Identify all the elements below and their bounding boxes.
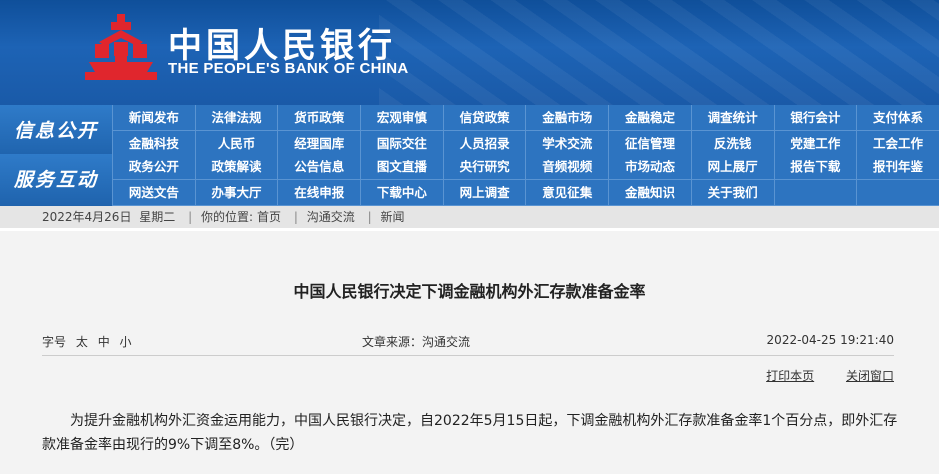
nav-item[interactable]: 银行会计 (773, 105, 857, 131)
nav-item[interactable]: 新闻发布 (112, 105, 195, 131)
font-size-small[interactable]: 小 (120, 335, 132, 349)
article-datetime: 2022-04-25 19:21:40 (766, 333, 894, 347)
breadcrumb-link-home[interactable]: 首页 (257, 210, 281, 224)
meta-divider (42, 355, 894, 356)
nav-item[interactable]: 图文直播 (360, 154, 443, 180)
nav-item[interactable]: 报刊年鉴 (856, 154, 939, 180)
nav-row-service: 服务互动 政务公开 政策解读 公告信息 图文直播 央行研究 音频视频 市场动态 … (0, 154, 939, 206)
nav-item[interactable]: 办事大厅 (194, 180, 278, 206)
nav-item[interactable]: 金融知识 (608, 180, 691, 206)
nav-row-info: 信息公开 新闻发布 法律法规 货币政策 宏观审慎 信贷政策 金融市场 金融稳定 … (0, 105, 939, 157)
nav-item[interactable]: 宏观审慎 (360, 105, 443, 131)
nav-item[interactable]: 网上展厅 (690, 154, 774, 180)
nav-item[interactable]: 音频视频 (525, 154, 609, 180)
font-size-medium[interactable]: 中 (98, 335, 110, 349)
nav-item[interactable]: 政务公开 (112, 154, 195, 180)
location-label: 你的位置: (201, 210, 254, 224)
breadcrumb-separator: | (293, 210, 298, 224)
current-date: 2022年4月26日 (42, 210, 132, 224)
nav-section-label: 服务互动 (0, 154, 112, 206)
breadcrumb: 2022年4月26日 星期二 | 你的位置: 首页 | 沟通交流 | 新闻 (0, 206, 939, 231)
nav-item-empty (773, 180, 857, 206)
breadcrumb-separator: | (367, 210, 372, 224)
nav-item[interactable]: 调查统计 (690, 105, 774, 131)
breadcrumb-link-communication[interactable]: 沟通交流 (307, 210, 355, 224)
nav-item-empty (856, 180, 939, 206)
pboc-logo-icon[interactable] (85, 12, 157, 82)
breadcrumb-separator: | (188, 210, 193, 224)
article-container: 中国人民银行决定下调金融机构外汇存款准备金率 字号 太 中 小 文章来源：沟通交… (0, 231, 939, 474)
nav-item[interactable]: 网送文告 (112, 180, 195, 206)
nav-item[interactable]: 金融稳定 (608, 105, 691, 131)
nav-grid-info: 新闻发布 法律法规 货币政策 宏观审慎 信贷政策 金融市场 金融稳定 调查统计 … (112, 105, 939, 157)
font-size-selector: 字号 太 中 小 (42, 333, 138, 350)
nav-item[interactable]: 下载中心 (360, 180, 443, 206)
article-title: 中国人民银行决定下调金融机构外汇存款准备金率 (293, 282, 646, 301)
nav-item[interactable]: 政策解读 (194, 154, 278, 180)
nav-item[interactable]: 货币政策 (277, 105, 361, 131)
article-body: 为提升金融机构外汇资金运用能力，中国人民银行决定，自2022年5月15日起，下调… (42, 413, 898, 453)
print-page-link[interactable]: 打印本页 (766, 369, 814, 383)
nav-grid-service: 政务公开 政策解读 公告信息 图文直播 央行研究 音频视频 市场动态 网上展厅 … (112, 154, 939, 206)
nav-item[interactable]: 金融市场 (525, 105, 609, 131)
nav-item[interactable]: 市场动态 (608, 154, 691, 180)
nav-item[interactable]: 在线申报 (277, 180, 361, 206)
font-size-label: 字号 (42, 335, 67, 349)
nav-item[interactable]: 报告下载 (773, 154, 857, 180)
header-background-pattern (379, 0, 939, 105)
article-source: 文章来源：沟通交流 (362, 335, 471, 349)
bank-name-en: THE PEOPLE'S BANK OF CHINA (168, 60, 409, 77)
close-window-link[interactable]: 关闭窗口 (846, 369, 894, 383)
nav-item[interactable]: 支付体系 (856, 105, 939, 131)
nav-item[interactable]: 法律法规 (194, 105, 278, 131)
nav-item[interactable]: 央行研究 (442, 154, 526, 180)
nav-item[interactable]: 公告信息 (277, 154, 361, 180)
nav-item[interactable]: 意见征集 (525, 180, 609, 206)
site-header: 中国人民银行 THE PEOPLE'S BANK OF CHINA (0, 0, 939, 105)
article-meta: 字号 太 中 小 文章来源：沟通交流 2022-04-25 19:21:40 (42, 333, 894, 353)
nav-section-label: 信息公开 (0, 105, 112, 157)
current-weekday: 星期二 (139, 210, 176, 224)
nav-item[interactable]: 信贷政策 (442, 105, 526, 131)
breadcrumb-link-news[interactable]: 新闻 (380, 210, 404, 224)
article-actions: 打印本页 关闭窗口 (738, 367, 894, 384)
nav-item[interactable]: 网上调查 (442, 180, 526, 206)
font-size-large[interactable]: 太 (76, 335, 88, 349)
nav-item[interactable]: 关于我们 (690, 180, 774, 206)
